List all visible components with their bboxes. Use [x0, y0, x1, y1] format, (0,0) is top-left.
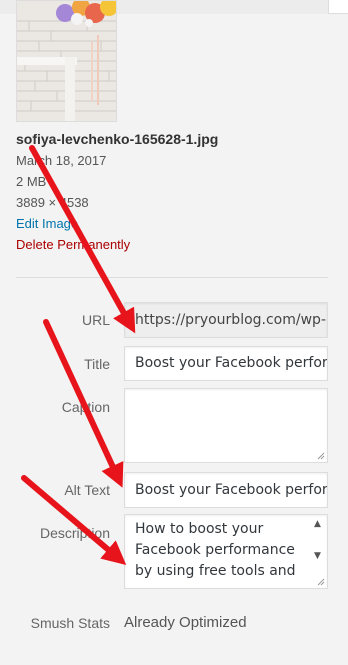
attachment-thumbnail[interactable]	[16, 0, 117, 122]
delete-permanently-link[interactable]: Delete Permanently	[16, 234, 336, 255]
description-line: by using free tools and	[135, 563, 296, 579]
scroll-up-icon[interactable]: ▲	[314, 519, 321, 529]
image-dimensions: 3889 × 4538	[16, 195, 89, 210]
title-field[interactable]: Boost your Facebook perfor	[124, 346, 328, 381]
edit-image-link[interactable]: Edit Image	[16, 213, 336, 234]
description-textarea[interactable]: How to boost your Facebook performance b…	[124, 514, 328, 589]
description-line: How to boost your	[135, 521, 264, 537]
title-label: Title	[84, 356, 110, 372]
caption-textarea[interactable]	[124, 388, 328, 463]
resize-grip-icon[interactable]	[317, 452, 325, 460]
top-right-box	[328, 0, 348, 14]
resize-grip-icon[interactable]	[317, 578, 325, 586]
caption-label: Caption	[61, 399, 110, 415]
url-label: URL	[81, 312, 110, 328]
upload-date: March 18, 2017	[16, 153, 107, 168]
alt-text-label: Alt Text	[64, 482, 110, 498]
description-scrollbar[interactable]: ▲ ▼	[312, 516, 326, 576]
alt-text-field[interactable]: Boost your Facebook perfor	[124, 472, 328, 508]
description-line: Facebook performance	[135, 542, 295, 558]
thumbnail-image	[17, 1, 116, 121]
smush-status: Already Optimized	[124, 614, 247, 631]
url-field[interactable]: https://pryourblog.com/wp-	[124, 302, 328, 338]
file-name: sofiya-levchenko-165628-1.jpg	[16, 131, 219, 147]
description-label: Description	[39, 525, 110, 541]
smush-stats-label: Smush Stats	[30, 615, 110, 631]
attachment-details: sofiya-levchenko-165628-1.jpg March 18, …	[16, 128, 336, 255]
scroll-down-icon[interactable]: ▼	[314, 551, 321, 561]
file-size: 2 MB	[16, 174, 47, 189]
section-divider	[16, 277, 328, 278]
